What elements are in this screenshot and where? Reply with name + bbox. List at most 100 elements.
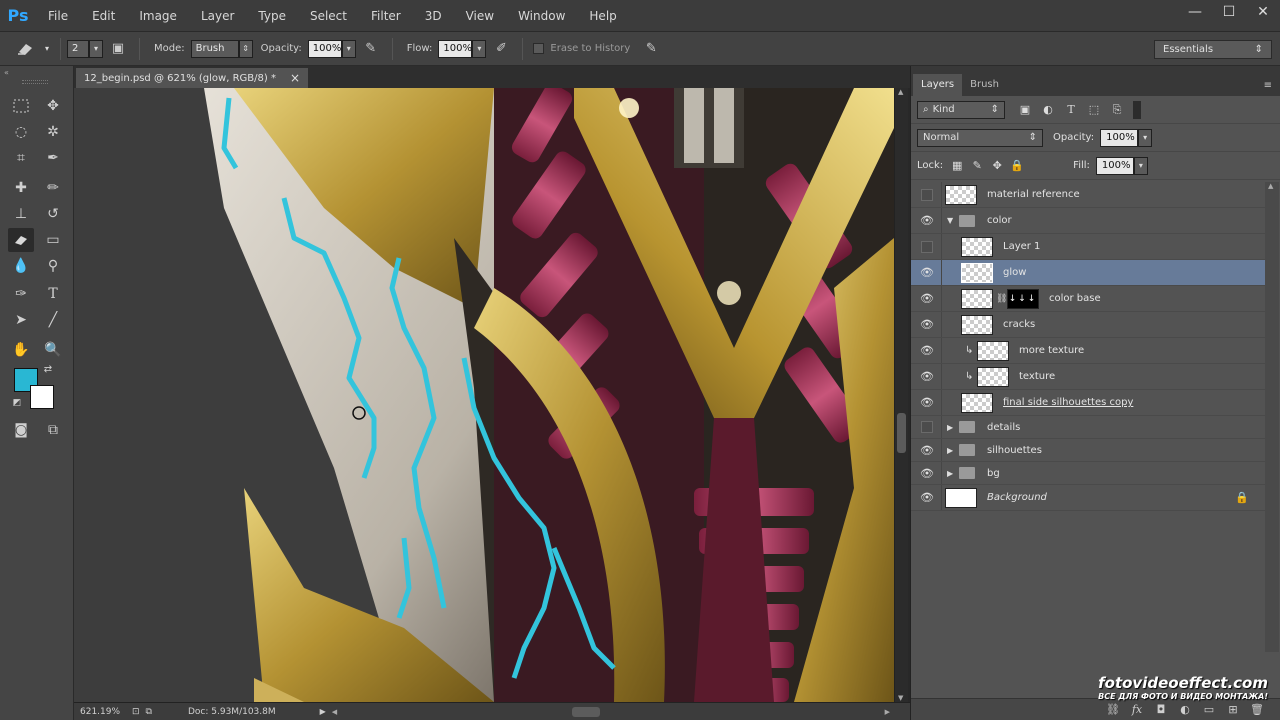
layer-group-row[interactable]: 👁 ▶ silhouettes bbox=[911, 439, 1265, 462]
lock-all-icon[interactable]: 🔒 bbox=[1007, 157, 1027, 175]
eye-icon[interactable]: 👁 bbox=[919, 490, 935, 506]
background-color-swatch[interactable] bbox=[30, 385, 54, 409]
zoom-tool-icon[interactable]: 🔍 bbox=[40, 338, 66, 362]
filter-adjustment-icon[interactable]: ◐ bbox=[1038, 101, 1058, 119]
hand-tool-icon[interactable]: ✋ bbox=[8, 338, 34, 362]
layer-opacity-field[interactable]: 100% bbox=[1100, 128, 1139, 147]
layer-row[interactable]: material reference bbox=[911, 182, 1265, 208]
layer-mask-thumbnail[interactable]: ↓↓↓ bbox=[1007, 288, 1039, 309]
menu-edit[interactable]: Edit bbox=[80, 0, 127, 32]
eye-icon[interactable]: 👁 bbox=[919, 369, 935, 385]
visibility-toggle-off[interactable] bbox=[921, 188, 933, 201]
filter-shape-icon[interactable]: ⬚ bbox=[1084, 101, 1104, 119]
canvas-vertical-scrollbar[interactable]: ▲ ▼ bbox=[894, 88, 908, 702]
opacity-slider-dropdown[interactable]: ▾ bbox=[341, 39, 356, 58]
document-tab[interactable]: 12_begin.psd @ 621% (glow, RGB/8) * × bbox=[76, 68, 308, 88]
layer-row[interactable]: 👁 ⛓ ↓↓↓ color base bbox=[911, 286, 1265, 312]
panel-grip[interactable] bbox=[22, 80, 48, 84]
default-colors-icon[interactable]: ◩ bbox=[10, 396, 24, 410]
dodge-tool-icon[interactable]: ⚲ bbox=[40, 254, 66, 278]
mode-select[interactable]: Brush bbox=[190, 39, 239, 58]
share-icon[interactable]: ⧉ bbox=[146, 707, 152, 717]
gradient-tool-icon[interactable]: ▭ bbox=[40, 228, 66, 252]
clone-stamp-tool-icon[interactable]: ⊥ bbox=[8, 202, 34, 226]
eye-icon[interactable]: 👁 bbox=[919, 291, 935, 307]
pressure-size-icon[interactable]: ✎ bbox=[640, 38, 662, 60]
maximize-button[interactable]: ☐ bbox=[1212, 0, 1246, 24]
horizontal-scrollbar-thumb[interactable] bbox=[572, 707, 600, 717]
panel-menu-icon[interactable]: ≡ bbox=[1264, 80, 1272, 91]
eye-icon[interactable]: 👁 bbox=[919, 442, 935, 458]
menu-3d[interactable]: 3D bbox=[413, 0, 454, 32]
brush-panel-toggle-icon[interactable]: ▣ bbox=[107, 38, 129, 60]
filter-type-icon[interactable]: T bbox=[1061, 101, 1081, 119]
layer-group-row[interactable]: 👁 ▼ color bbox=[911, 208, 1265, 234]
adjustment-layer-icon[interactable]: ◐ bbox=[1173, 701, 1197, 719]
layer-row[interactable]: Layer 1 bbox=[911, 234, 1265, 260]
blend-mode-select[interactable]: Normal ⇕ bbox=[917, 128, 1043, 147]
layer-group-row[interactable]: 👁 ▶ bg bbox=[911, 462, 1265, 485]
add-mask-icon[interactable]: ◘ bbox=[1149, 701, 1173, 719]
history-brush-tool-icon[interactable]: ↺ bbox=[40, 202, 66, 226]
lock-transparent-icon[interactable]: ▦ bbox=[947, 157, 967, 175]
zoom-level[interactable]: 621.19% bbox=[80, 707, 128, 717]
menu-type[interactable]: Type bbox=[246, 0, 298, 32]
eye-icon[interactable]: 👁 bbox=[919, 317, 935, 333]
menu-window[interactable]: Window bbox=[506, 0, 577, 32]
flow-field[interactable]: 100% bbox=[438, 39, 473, 58]
fill-dropdown[interactable]: ▾ bbox=[1133, 156, 1148, 175]
mask-link-icon[interactable]: ⛓ bbox=[996, 294, 1007, 304]
filter-pixel-icon[interactable]: ▣ bbox=[1015, 101, 1035, 119]
line-tool-icon[interactable]: ╱ bbox=[40, 308, 66, 332]
layer-row-selected[interactable]: 👁 glow bbox=[911, 260, 1265, 286]
healing-brush-tool-icon[interactable]: ✚ bbox=[8, 176, 34, 200]
screen-mode-icon[interactable]: ⧉ bbox=[40, 418, 66, 442]
scroll-right-arrow-icon[interactable]: ▶ bbox=[885, 708, 890, 716]
layer-row[interactable]: 👁 Background 🔒 bbox=[911, 485, 1265, 511]
scroll-left-arrow-icon[interactable]: ◀ bbox=[332, 708, 337, 716]
scroll-up-arrow-icon[interactable]: ▲ bbox=[1268, 182, 1273, 190]
workspace-switcher[interactable]: Essentials ⇕ bbox=[1154, 40, 1272, 59]
layer-row[interactable]: 👁 ↳ texture bbox=[911, 364, 1265, 390]
tab-brush[interactable]: Brush bbox=[962, 74, 1007, 96]
menu-select[interactable]: Select bbox=[298, 0, 359, 32]
eyedropper-tool-icon[interactable]: ✒ bbox=[40, 146, 66, 170]
blur-tool-icon[interactable]: 💧 bbox=[8, 254, 34, 278]
layer-group-row[interactable]: ▶ details bbox=[911, 416, 1265, 439]
eye-icon[interactable]: 👁 bbox=[919, 213, 935, 229]
lock-image-icon[interactable]: ✎ bbox=[967, 157, 987, 175]
menu-image[interactable]: Image bbox=[127, 0, 189, 32]
panel-collapse-icon[interactable]: « bbox=[4, 68, 9, 77]
new-layer-icon[interactable]: ⊞ bbox=[1221, 701, 1245, 719]
close-button[interactable]: ✕ bbox=[1246, 0, 1280, 24]
brush-tool-icon[interactable]: ✏ bbox=[40, 176, 66, 200]
crop-tool-icon[interactable]: ⌗ bbox=[8, 146, 34, 170]
lock-position-icon[interactable]: ✥ bbox=[987, 157, 1007, 175]
move-tool-icon[interactable]: ✥ bbox=[40, 94, 66, 118]
visibility-toggle-off[interactable] bbox=[921, 240, 933, 253]
fill-field[interactable]: 100% bbox=[1095, 156, 1134, 175]
canvas[interactable] bbox=[74, 88, 894, 702]
eye-icon[interactable]: 👁 bbox=[919, 343, 935, 359]
menu-layer[interactable]: Layer bbox=[189, 0, 246, 32]
link-layers-icon[interactable]: ⛓ bbox=[1101, 701, 1125, 719]
eraser-tool-preset-icon[interactable] bbox=[14, 38, 36, 60]
flow-slider-dropdown[interactable]: ▾ bbox=[472, 39, 487, 58]
menu-filter[interactable]: Filter bbox=[359, 0, 413, 32]
layer-style-icon[interactable]: fx bbox=[1125, 701, 1149, 719]
airbrush-icon[interactable]: ✐ bbox=[490, 38, 512, 60]
menu-view[interactable]: View bbox=[454, 0, 506, 32]
magic-wand-tool-icon[interactable]: ✲ bbox=[40, 120, 66, 144]
tool-preset-dropdown[interactable]: ▾ bbox=[40, 40, 54, 58]
minimize-button[interactable]: — bbox=[1178, 0, 1212, 24]
layer-row[interactable]: 👁 final side silhouettes copy bbox=[911, 390, 1265, 416]
erase-to-history-checkbox[interactable] bbox=[533, 43, 545, 54]
scrollbar-thumb[interactable] bbox=[897, 413, 906, 453]
close-tab-icon[interactable]: × bbox=[290, 71, 300, 85]
expand-arrow-down-icon[interactable]: ▼ bbox=[947, 216, 953, 225]
scroll-down-arrow-icon[interactable]: ▼ bbox=[898, 694, 903, 702]
marquee-tool-icon[interactable] bbox=[8, 94, 34, 118]
eye-icon[interactable]: 👁 bbox=[919, 265, 935, 281]
expand-arrow-right-icon[interactable]: ▶ bbox=[947, 446, 953, 455]
pen-tool-icon[interactable]: ✑ bbox=[8, 282, 34, 306]
